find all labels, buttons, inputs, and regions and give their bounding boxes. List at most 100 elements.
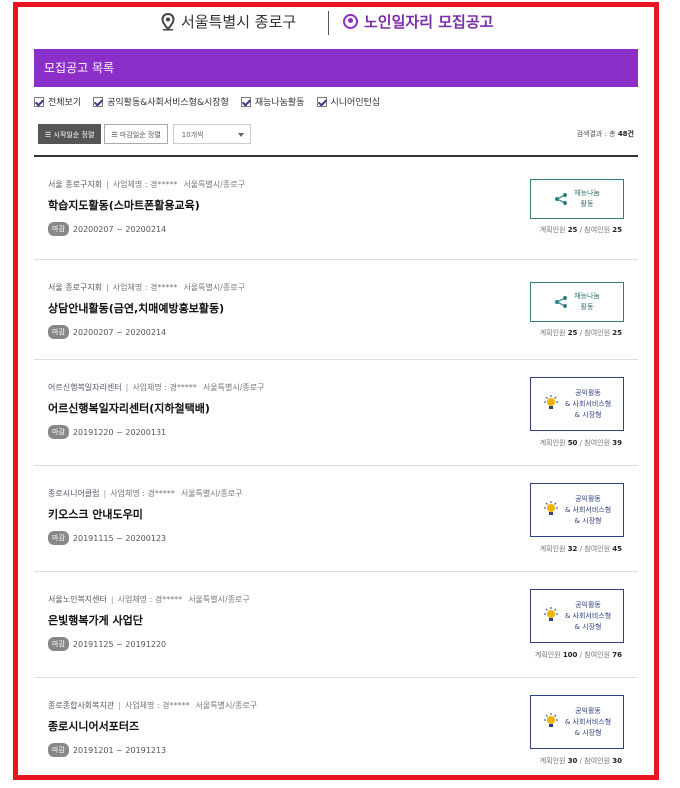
item-counts: 계획인원 25 / 참여인원 25	[539, 226, 622, 234]
planned-label: 계획인원	[534, 651, 561, 659]
planned-label: 계획인원	[539, 757, 566, 765]
category-filters: 전체보기 공익활동&사회서비스형&시장형 재능나눔활동 시니어인턴십	[34, 95, 380, 108]
location-text: 서울특별시 종로구	[181, 13, 297, 31]
sort-start-date-label: 시작일순 정렬	[53, 131, 95, 139]
item-title[interactable]: 은빛행복가게 사업단	[48, 612, 143, 628]
sort-end-date-button[interactable]: ☰ 마감일순 정렬	[104, 124, 168, 144]
filter-senior-intern[interactable]: 시니어인턴십	[316, 95, 381, 108]
planned-count: 32	[567, 545, 578, 553]
page-header: 서울특별시 종로구 노인일자리 모집공고	[18, 7, 654, 43]
checkbox-checked-icon[interactable]	[34, 96, 44, 107]
category-button[interactable]: 재능나눔활동	[530, 282, 624, 322]
category-button[interactable]: 공익활동 & 사회서비스형 & 시장형	[530, 589, 624, 643]
category-line: 재능나눔	[574, 189, 600, 197]
item-operator: 사업체명 : 경*****	[117, 595, 183, 604]
category-text: 재능나눔활동	[574, 188, 600, 210]
filter-label: 공익활동&사회서비스형&시장형	[107, 98, 229, 108]
list-item[interactable]: 서울노인복지센터 | 사업체명 : 경***** 서울특별시/종로구 은빛행복가게 사…	[34, 572, 638, 678]
list-item[interactable]: 종로종합사회복지관 | 사업체명 : 경***** 서울특별시/종로구 종로시니어서포…	[34, 678, 638, 778]
item-title[interactable]: 어르신행복일자리센터(지하철택배)	[48, 400, 210, 416]
participant-label: 참여인원	[584, 545, 611, 553]
category-line: & 시장형	[574, 410, 602, 419]
list-item[interactable]: 서울 종로구지회 | 사업체명 : 경***** 서울특별시/종로구 상담안내활동(금…	[34, 260, 638, 360]
page-size-select[interactable]: 10개씩	[172, 124, 251, 144]
filter-talent-sharing[interactable]: 재능나눔활동	[240, 95, 305, 108]
category-line: 공익활동	[575, 600, 601, 609]
item-title[interactable]: 종로시니어서포터즈	[48, 718, 139, 734]
item-org: 어르신행복일자리센터	[48, 383, 122, 392]
status-badge: 마감	[48, 425, 69, 439]
item-period: 마감 20191201 ~ 20191213	[48, 743, 166, 757]
category-line: 활동	[580, 200, 594, 208]
category-line: & 시장형	[574, 728, 602, 737]
checkbox-checked-icon[interactable]	[93, 96, 104, 107]
filter-public-service-market[interactable]: 공익활동&사회서비스형&시장형	[93, 95, 229, 108]
item-period: 마감 20191125 ~ 20191220	[48, 637, 166, 651]
sort-end-date-label: 마감일순 정렬	[119, 131, 161, 139]
status-badge: 마감	[48, 222, 69, 236]
filter-label: 재능나눔활동	[254, 98, 305, 108]
item-org: 서울 종로구지회	[48, 180, 103, 189]
category-button[interactable]: 공익활동 & 사회서비스형 & 시장형	[530, 483, 624, 537]
item-meta: 종로시니어클럽 | 사업체명 : 경***** 서울특별시/종로구	[48, 488, 242, 499]
sort-start-date-button[interactable]: ☰ 시작일순 정렬	[38, 124, 102, 144]
item-period-text: 20191201 ~ 20191213	[72, 745, 167, 755]
item-period: 마감 20191220 ~ 20200131	[48, 425, 166, 439]
filter-all[interactable]: 전체보기	[34, 95, 81, 108]
item-counts: 계획인원 25 / 참여인원 25	[539, 329, 622, 337]
location-label[interactable]: 서울특별시 종로구	[161, 11, 296, 32]
status-badge: 마감	[48, 637, 69, 651]
header-divider	[328, 11, 329, 35]
category-line: 공익활동	[575, 494, 601, 503]
item-title[interactable]: 학습지도활동(스마트폰활용교육)	[48, 197, 200, 213]
item-title[interactable]: 상담안내활동(금연,치매예방홍보활동)	[48, 300, 224, 316]
page-frame: 서울특별시 종로구 노인일자리 모집공고 모집공고 목록 전체보기 공익활동&사…	[13, 2, 659, 780]
checkbox-checked-icon[interactable]	[240, 96, 251, 107]
item-meta: 서울 종로구지회 | 사업체명 : 경***** 서울특별시/종로구	[48, 179, 245, 190]
list-item[interactable]: 어르신행복일자리센터 | 사업체명 : 경***** 서울특별시/종로구 어르신행복일…	[34, 360, 638, 466]
category-line: 활동	[580, 303, 594, 311]
meta-separator: |	[110, 595, 114, 604]
filter-label: 시니어인턴십	[330, 98, 381, 108]
checkbox-checked-icon[interactable]	[316, 96, 327, 107]
participant-count: 39	[612, 439, 622, 447]
page-title-text: 노인일자리 모집공고	[364, 13, 494, 31]
list-item[interactable]: 종로시니어클럽 | 사업체명 : 경***** 서울특별시/종로구 키오스크 안내도우…	[34, 466, 638, 572]
item-org: 서울노인복지센터	[48, 595, 107, 604]
status-badge: 마감	[48, 743, 69, 757]
item-period-text: 20191220 ~ 20200131	[72, 427, 167, 437]
item-org: 종로시니어클럽	[48, 489, 100, 498]
item-period-text: 20191125 ~ 20191220	[72, 639, 167, 649]
item-title[interactable]: 키오스크 안내도우미	[48, 506, 143, 522]
category-button[interactable]: 공익활동 & 사회서비스형 & 시장형	[530, 695, 624, 749]
result-count-label: 검색결과 : 총	[576, 130, 616, 138]
list-item[interactable]: 서울 종로구지회 | 사업체명 : 경***** 서울특별시/종로구 학습지도활동(스…	[34, 157, 638, 260]
item-period-text: 20200207 ~ 20200214	[72, 327, 167, 337]
status-badge: 마감	[48, 531, 69, 545]
share-icon	[555, 193, 568, 205]
item-org: 종로종합사회복지관	[48, 701, 115, 710]
item-address: 서울특별시/종로구	[188, 595, 250, 604]
category-line: 재능나눔	[574, 292, 600, 300]
participant-label: 참여인원	[584, 439, 611, 447]
meta-separator: |	[118, 701, 121, 710]
meta-separator: |	[125, 383, 129, 392]
planned-count: 25	[567, 226, 578, 234]
chevron-down-icon	[237, 133, 244, 137]
category-line: & 시장형	[574, 622, 602, 631]
result-count: 검색결과 : 총 48건	[577, 129, 634, 139]
lightbulb-icon	[543, 501, 558, 515]
result-count-value: 48건	[617, 130, 634, 138]
item-address: 서울특별시/종로구	[183, 180, 245, 189]
item-address: 서울특별시/종로구	[195, 701, 258, 710]
item-meta: 서울 종로구지회 | 사업체명 : 경***** 서울특별시/종로구	[48, 282, 245, 293]
category-button[interactable]: 재능나눔활동	[530, 179, 624, 219]
item-operator: 사업체명 : 경*****	[110, 489, 175, 498]
category-line: & 사회서비스형	[564, 505, 612, 514]
item-operator: 사업체명 : 경*****	[112, 180, 178, 189]
item-address: 서울특별시/종로구	[202, 383, 265, 392]
planned-count: 100	[562, 651, 578, 659]
item-address: 서울특별시/종로구	[180, 489, 243, 498]
share-icon	[555, 296, 568, 308]
category-button[interactable]: 공익활동 & 사회서비스형 & 시장형	[530, 377, 624, 431]
